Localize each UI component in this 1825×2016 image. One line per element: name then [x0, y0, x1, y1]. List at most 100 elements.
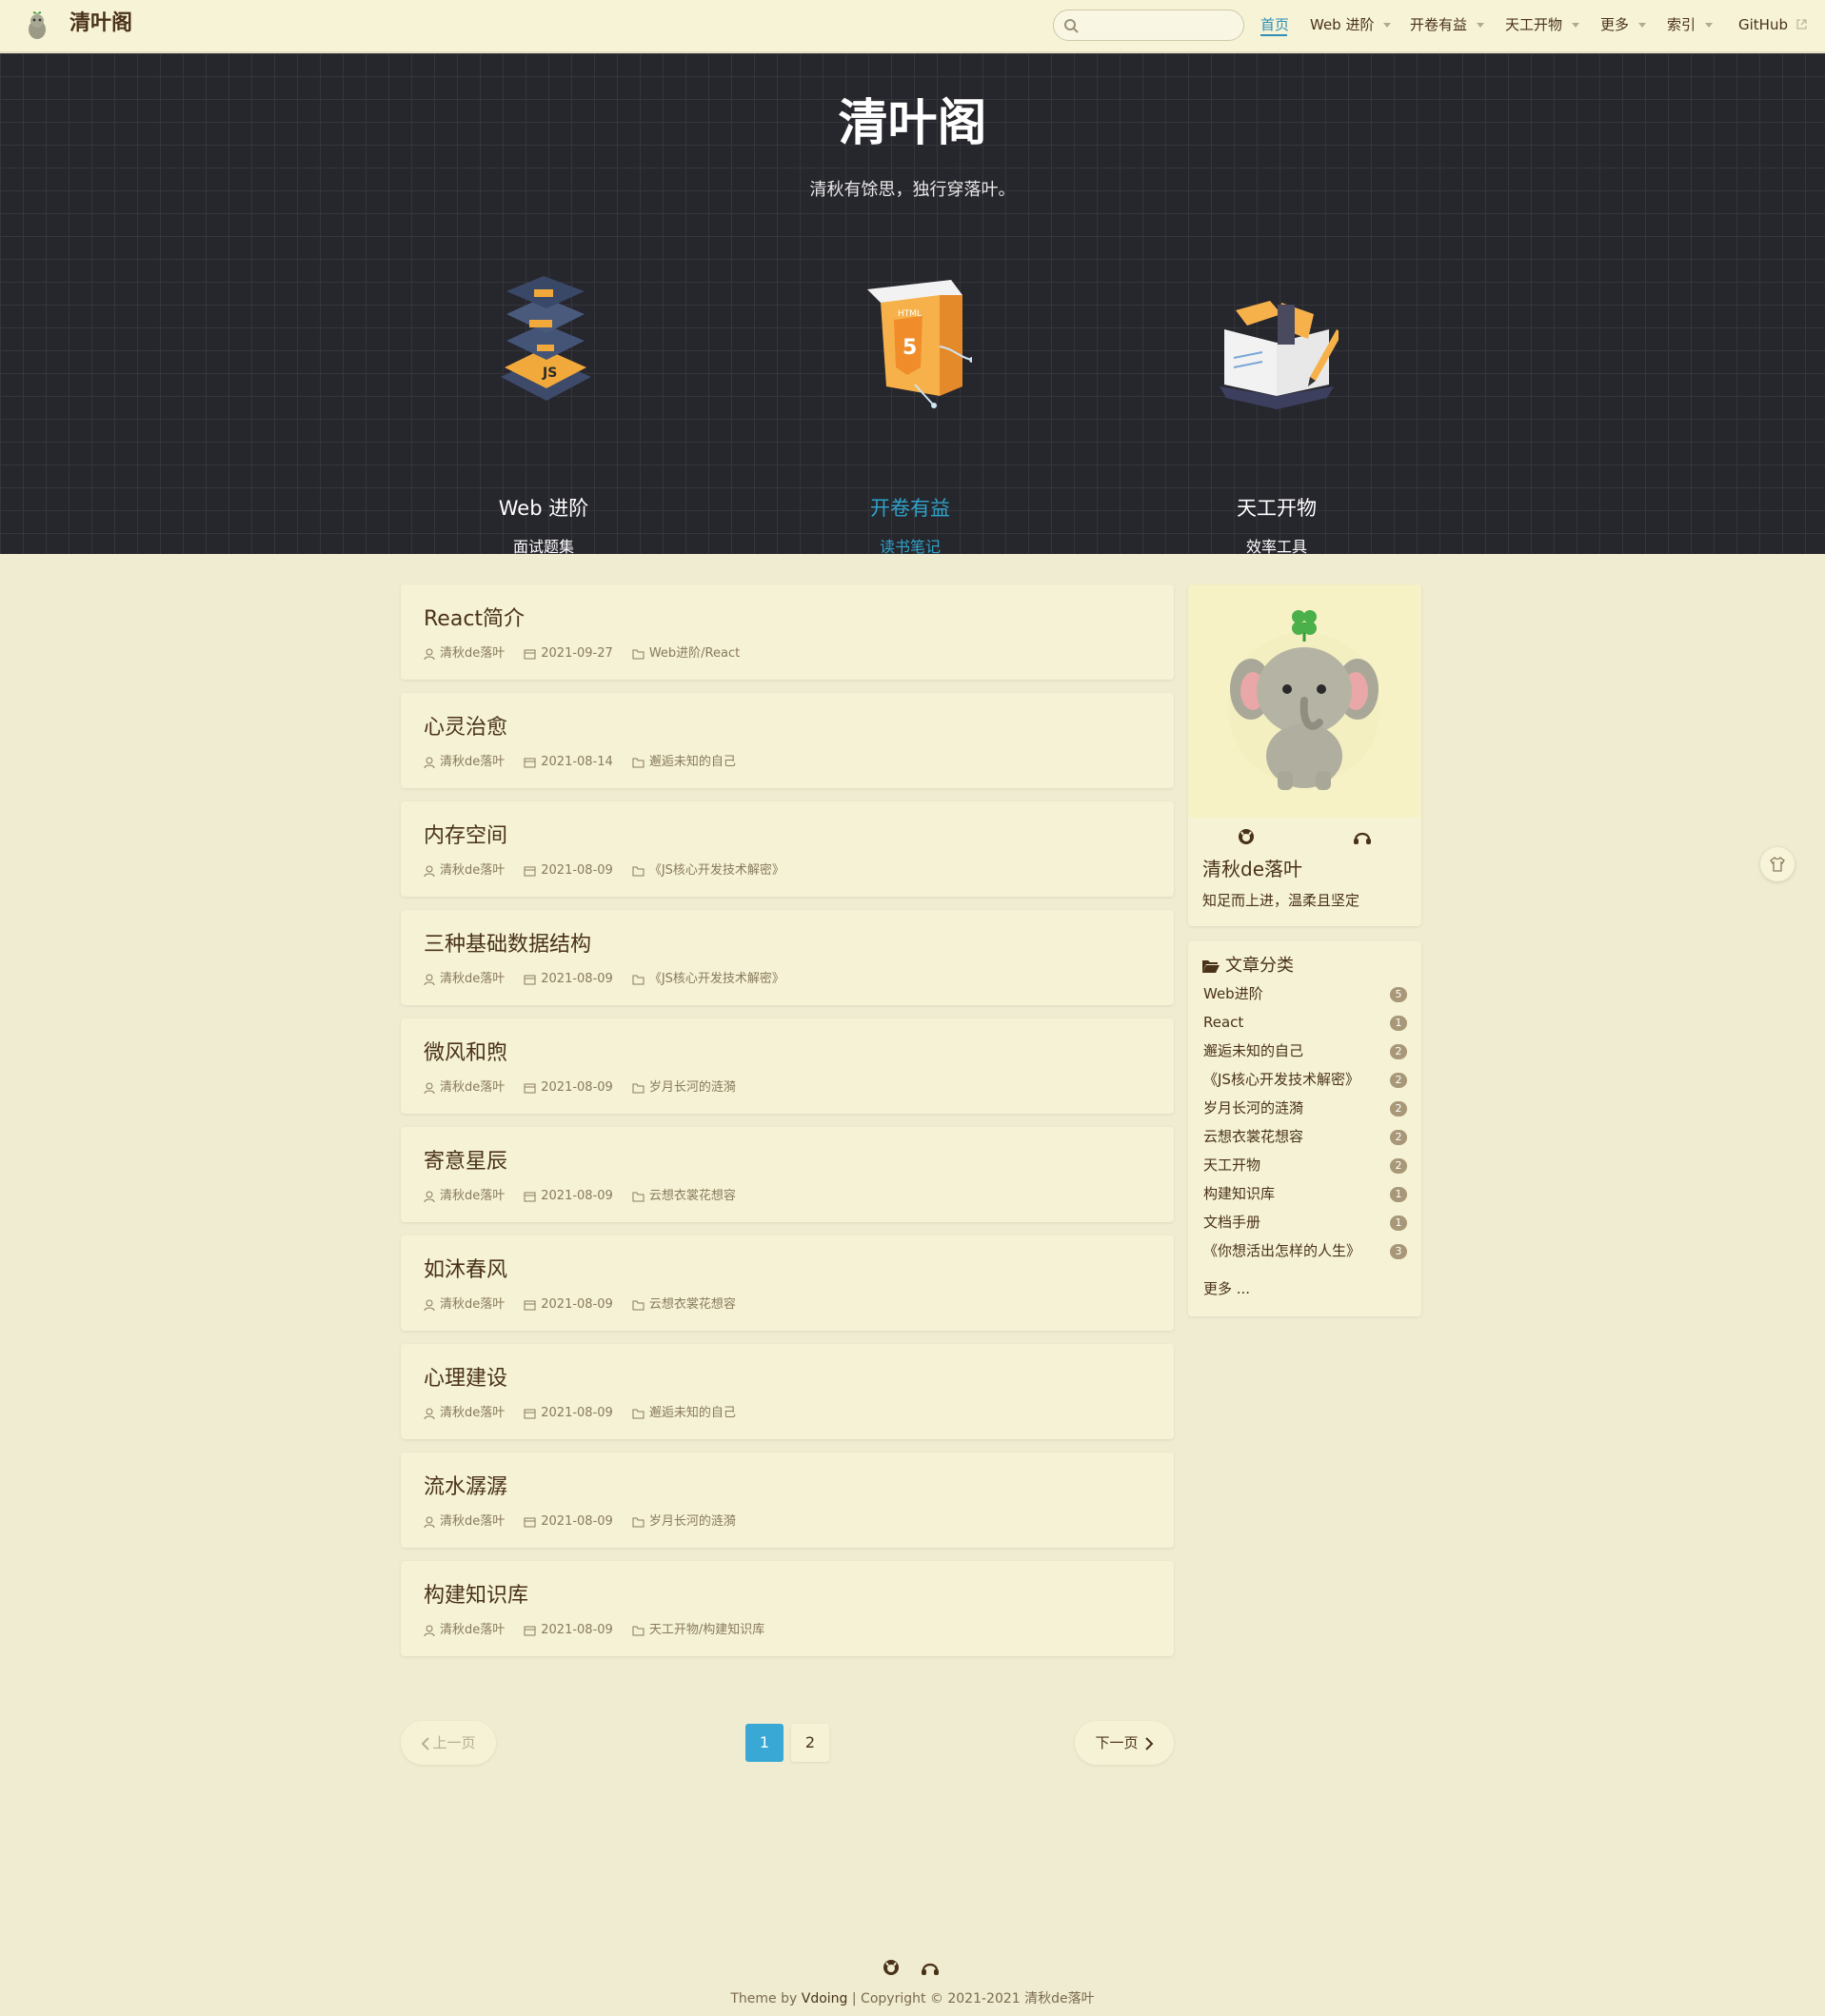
user-icon: [424, 1516, 435, 1528]
category-name: 云想衣裳花想容: [1203, 1128, 1304, 1145]
categories-card: 文章分类 Web进阶 5 React 1 邂逅未知的自己 2 《JS核心开发技术解密》 2 岁月…: [1188, 941, 1421, 1316]
category-item[interactable]: 云想衣裳花想容 2: [1203, 1125, 1407, 1148]
site-name[interactable]: 清叶阁: [69, 10, 132, 38]
next-page-button[interactable]: 下一页: [1075, 1721, 1174, 1765]
nav-more-label: 更多: [1600, 16, 1630, 33]
post-category[interactable]: 《JS核心开发技术解密》: [649, 862, 784, 880]
nav-tools[interactable]: 天工开物: [1505, 15, 1580, 34]
post-category[interactable]: 岁月长河的涟漪: [649, 1079, 736, 1097]
user-icon: [424, 1299, 435, 1311]
category-item[interactable]: 文档手册 1: [1203, 1211, 1407, 1234]
post-author[interactable]: 清秋de落叶: [440, 1188, 505, 1205]
post-title[interactable]: 心灵治愈: [424, 714, 507, 742]
user-icon: [424, 1408, 435, 1419]
post-author[interactable]: 清秋de落叶: [440, 1079, 505, 1097]
category-name: 岁月长河的涟漪: [1203, 1099, 1304, 1117]
post-category[interactable]: 云想衣裳花想容: [649, 1188, 736, 1205]
user-icon: [424, 1082, 435, 1094]
post-card[interactable]: 如沐春风清秋de落叶 2021-08-09 云想衣裳花想容: [401, 1235, 1174, 1331]
post-category[interactable]: 天工开物/构建知识库: [649, 1622, 764, 1639]
post-card[interactable]: 构建知识库清秋de落叶 2021-08-09 天工开物/构建知识库: [401, 1561, 1174, 1656]
category-item[interactable]: React 1: [1203, 1011, 1407, 1034]
headphones-icon[interactable]: [921, 1959, 940, 1976]
post-title[interactable]: 如沐春风: [424, 1256, 507, 1285]
search-box[interactable]: [1053, 10, 1244, 41]
caret-down-icon: [1477, 23, 1485, 28]
post-author[interactable]: 清秋de落叶: [440, 1405, 505, 1422]
post-author[interactable]: 清秋de落叶: [440, 971, 505, 988]
nav-web[interactable]: Web 进阶: [1310, 15, 1392, 34]
post-author[interactable]: 清秋de落叶: [440, 862, 505, 880]
folder-icon: [632, 649, 645, 659]
categories-title: 文章分类: [1225, 956, 1294, 976]
post-card[interactable]: 内存空间 清秋de落叶 2021-08-09 《JS核心开发技术解密》: [401, 801, 1174, 897]
post-title[interactable]: 心理建设: [424, 1365, 507, 1393]
post-author[interactable]: 清秋de落叶: [440, 754, 505, 771]
post-category[interactable]: 《JS核心开发技术解密》: [649, 971, 784, 988]
headphones-icon[interactable]: [1353, 828, 1372, 845]
page-2-button[interactable]: 2: [791, 1724, 829, 1762]
post-date: 2021-08-09: [541, 1080, 613, 1095]
post-date: 2021-08-09: [541, 1623, 613, 1637]
post-title[interactable]: 内存空间: [424, 822, 507, 851]
footer-theme-link[interactable]: Vdoing: [802, 1991, 848, 2006]
category-item[interactable]: 《JS核心开发技术解密》 2: [1203, 1068, 1407, 1091]
post-title[interactable]: 构建知识库: [424, 1582, 528, 1611]
post-card[interactable]: 流水潺潺 清秋de落叶 2021-08-09 岁月长河的涟漪: [401, 1453, 1174, 1548]
post-category[interactable]: 云想衣裳花想容: [649, 1296, 736, 1314]
category-count-badge: 2: [1390, 1044, 1407, 1059]
post-title[interactable]: 寄意星辰: [424, 1148, 507, 1176]
post-card[interactable]: React简介 清秋de落叶 2021-09-27 Web进阶/React: [401, 584, 1174, 680]
category-item[interactable]: 构建知识库 1: [1203, 1182, 1407, 1205]
post-author[interactable]: 清秋de落叶: [440, 1622, 505, 1639]
post-title[interactable]: 三种基础数据结构: [424, 931, 591, 959]
post-title[interactable]: React简介: [424, 605, 525, 634]
html5-book-icon: HTML 5: [867, 280, 972, 408]
nav-more[interactable]: 更多: [1600, 15, 1647, 34]
category-item[interactable]: 岁月长河的涟漪 2: [1203, 1097, 1407, 1119]
post-card[interactable]: 寄意星辰 清秋de落叶 2021-08-09 云想衣裳花想容: [401, 1127, 1174, 1222]
post-card[interactable]: 心理建设清秋de落叶 2021-08-09 邂逅未知的自己: [401, 1344, 1174, 1439]
nav-index[interactable]: 索引: [1667, 15, 1714, 34]
post-meta: 清秋de落叶 2021-08-09 云想衣裳花想容: [424, 1296, 755, 1314]
prev-page-button[interactable]: 上一页: [401, 1721, 496, 1765]
page-1-button[interactable]: 1: [745, 1724, 784, 1762]
category-item[interactable]: Web进阶 5: [1203, 982, 1407, 1005]
shirt-icon: [1770, 857, 1785, 872]
post-category[interactable]: 邂逅未知的自己: [649, 1405, 736, 1422]
chevron-right-icon: [1144, 1736, 1153, 1750]
post-category[interactable]: 邂逅未知的自己: [649, 754, 736, 771]
post-author[interactable]: 清秋de落叶: [440, 1513, 505, 1531]
svg-text:5: 5: [903, 336, 917, 360]
post-author[interactable]: 清秋de落叶: [440, 1296, 505, 1314]
post-card[interactable]: 三种基础数据结构 清秋de落叶 2021-08-09 《JS核心开发技术解密》: [401, 910, 1174, 1005]
post-category[interactable]: 岁月长河的涟漪: [649, 1513, 736, 1531]
category-item[interactable]: 《你想活出怎样的人生》 3: [1203, 1239, 1407, 1262]
site-logo-icon[interactable]: [25, 10, 50, 41]
post-card[interactable]: 微风和煦清秋de落叶 2021-08-09 岁月长河的涟漪: [401, 1018, 1174, 1114]
hero-description: 清秋有馀思，独行穿落叶。: [809, 180, 1016, 200]
nav-home[interactable]: 首页: [1260, 15, 1289, 34]
post-card[interactable]: 心灵治愈 清秋de落叶 2021-08-14 邂逅未知的自己: [401, 693, 1174, 788]
category-item[interactable]: 天工开物 2: [1203, 1154, 1407, 1176]
nav-web-label: Web 进阶: [1310, 16, 1375, 33]
post-author[interactable]: 清秋de落叶: [440, 645, 505, 662]
calendar-icon: [524, 866, 536, 877]
theme-toggle-button[interactable]: [1760, 847, 1795, 881]
user-icon: [424, 648, 435, 660]
post-category[interactable]: Web进阶/React: [649, 645, 740, 662]
github-icon[interactable]: [883, 1959, 900, 1976]
post-meta: 清秋de落叶 2021-08-09 邂逅未知的自己: [424, 1405, 755, 1422]
github-icon[interactable]: [1238, 828, 1255, 845]
blogger-avatar: [1188, 584, 1421, 818]
categories-more-link[interactable]: 更多 ...: [1203, 1277, 1250, 1300]
post-title[interactable]: 流水潺潺: [424, 1473, 507, 1502]
navbar: 清叶阁 首页 Web 进阶 开卷有益 天工开物 更多 索引 GitHub: [0, 0, 1825, 52]
nav-github[interactable]: GitHub: [1738, 15, 1807, 34]
nav-reading[interactable]: 开卷有益: [1410, 15, 1485, 34]
folder-icon: [632, 1409, 645, 1418]
hero-banner: 清叶阁 清秋有馀思，独行穿落叶。 JS Web 进阶 面试题集 HTML 5 开…: [0, 53, 1825, 556]
post-title[interactable]: 微风和煦: [424, 1039, 507, 1068]
category-item[interactable]: 邂逅未知的自己 2: [1203, 1039, 1407, 1062]
calendar-icon: [524, 1626, 536, 1636]
